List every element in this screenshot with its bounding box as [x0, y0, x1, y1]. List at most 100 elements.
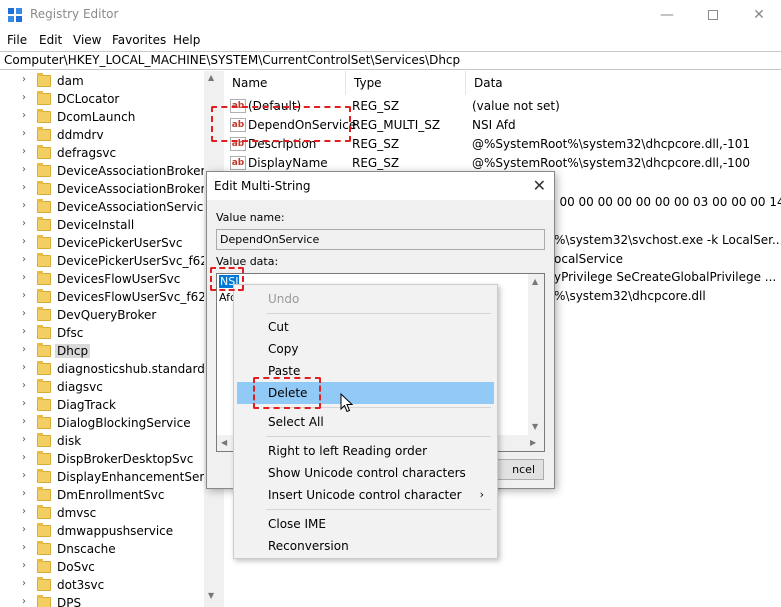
close-button[interactable]: ✕ [736, 0, 781, 30]
tree-item[interactable]: › DevicesFlowUserSvc [0, 270, 218, 288]
menu-select-all[interactable]: Select All [237, 411, 494, 433]
expand-chevron-icon[interactable]: › [22, 146, 26, 157]
tree-item[interactable]: › dot3svc [0, 576, 218, 594]
address-bar[interactable]: Computer\HKEY_LOCAL_MACHINE\SYSTEM\Curre… [0, 51, 781, 70]
tree-item[interactable]: › DevicesFlowUserSvc_f628f [0, 288, 218, 306]
menu-edit[interactable]: Edit [39, 33, 62, 47]
tree-item[interactable]: › DevQueryBroker [0, 306, 218, 324]
expand-chevron-icon[interactable]: › [22, 452, 26, 463]
tree-item[interactable]: › Dnscache [0, 540, 218, 558]
expand-chevron-icon[interactable]: › [22, 308, 26, 319]
expand-chevron-icon[interactable]: › [22, 218, 26, 229]
menu-insert-unicode[interactable]: Insert Unicode control character › [237, 484, 494, 506]
tree-item[interactable]: › DeviceAssociationService [0, 198, 218, 216]
expand-chevron-icon[interactable]: › [22, 92, 26, 103]
tree-item[interactable]: › DevicePickerUserSvc_f628f [0, 252, 218, 270]
tree-item[interactable]: › DiagTrack [0, 396, 218, 414]
menu-reconversion[interactable]: Reconversion [237, 535, 494, 557]
menu-file[interactable]: File [7, 33, 27, 47]
scroll-up-icon[interactable]: ▲ [208, 73, 214, 82]
menu-show-unicode[interactable]: Show Unicode control characters [237, 462, 494, 484]
tree-item[interactable]: › DcomLaunch [0, 108, 218, 126]
value-name-field[interactable]: DependOnService [216, 229, 545, 250]
menu-cut[interactable]: Cut [237, 316, 494, 338]
expand-chevron-icon[interactable]: › [22, 542, 26, 553]
expand-chevron-icon[interactable]: › [22, 380, 26, 391]
tree-item[interactable]: › Dfsc [0, 324, 218, 342]
tree-item[interactable]: › DeviceAssociationBrokerSvc [0, 180, 218, 198]
menu-help[interactable]: Help [173, 33, 200, 47]
expand-chevron-icon[interactable]: › [22, 596, 26, 607]
folder-icon [37, 523, 51, 537]
tree-item[interactable]: › disk [0, 432, 218, 450]
tree-item[interactable]: › DCLocator [0, 90, 218, 108]
expand-chevron-icon[interactable]: › [22, 254, 26, 265]
expand-chevron-icon[interactable]: › [22, 326, 26, 337]
expand-chevron-icon[interactable]: › [22, 290, 26, 301]
menu-view[interactable]: View [73, 33, 101, 47]
tree-item[interactable]: › DispBrokerDesktopSvc [0, 450, 218, 468]
scroll-down-icon[interactable]: ▼ [532, 422, 538, 431]
value-data-partial: %\system32\dhcpcore.dll [554, 289, 706, 303]
textarea-vscrollbar[interactable]: ▲ ▼ [528, 274, 544, 436]
expand-chevron-icon[interactable]: › [22, 578, 26, 589]
expand-chevron-icon[interactable]: › [22, 362, 26, 373]
key-tree: › dam › DCLocator › DcomLaunch › ddmdrv › defrags… [0, 71, 218, 607]
column-type[interactable]: Type [346, 71, 466, 95]
expand-chevron-icon[interactable]: › [22, 200, 26, 211]
tree-item[interactable]: › diagsvc [0, 378, 218, 396]
expand-chevron-icon[interactable]: › [22, 110, 26, 121]
maximize-button[interactable] [690, 0, 736, 30]
expand-chevron-icon[interactable]: › [22, 434, 26, 445]
menu-undo[interactable]: Undo [237, 288, 494, 310]
tree-item[interactable]: › DPS [0, 594, 218, 607]
tree-item[interactable]: › diagnosticshub.standardco [0, 360, 218, 378]
tree-item[interactable]: › dam [0, 72, 218, 90]
value-data-partial: ocalService [554, 252, 623, 266]
expand-chevron-icon[interactable]: › [22, 524, 26, 535]
tree-item[interactable]: › Dhcp [0, 342, 218, 360]
scroll-up-icon[interactable]: ▲ [532, 277, 538, 286]
menu-copy[interactable]: Copy [237, 338, 494, 360]
tree-item[interactable]: › DeviceAssociationBrokerSvc [0, 162, 218, 180]
tree-item[interactable]: › DevicePickerUserSvc [0, 234, 218, 252]
expand-chevron-icon[interactable]: › [22, 74, 26, 85]
tree-item-label: dot3svc [57, 578, 105, 592]
expand-chevron-icon[interactable]: › [22, 128, 26, 139]
expand-chevron-icon[interactable]: › [22, 272, 26, 283]
dialog-close-icon[interactable]: ✕ [533, 176, 546, 195]
tree-item[interactable]: › DmEnrollmentSvc [0, 486, 218, 504]
folder-icon [37, 433, 51, 447]
expand-chevron-icon[interactable]: › [22, 398, 26, 409]
folder-icon [37, 271, 51, 285]
tree-item-label: Dfsc [57, 326, 84, 340]
minimize-button[interactable]: — [644, 0, 690, 30]
tree-item[interactable]: › DoSvc [0, 558, 218, 576]
tree-item[interactable]: › DialogBlockingService [0, 414, 218, 432]
expand-chevron-icon[interactable]: › [22, 236, 26, 247]
menu-close-ime[interactable]: Close IME [237, 513, 494, 535]
folder-icon [37, 379, 51, 393]
expand-chevron-icon[interactable]: › [22, 182, 26, 193]
scroll-down-icon[interactable]: ▼ [208, 591, 214, 600]
column-data[interactable]: Data [466, 71, 781, 95]
expand-chevron-icon[interactable]: › [22, 488, 26, 499]
tree-item[interactable]: › DeviceInstall [0, 216, 218, 234]
column-name[interactable]: Name [224, 71, 346, 95]
scroll-right-icon[interactable]: ▶ [530, 438, 536, 447]
menu-favorites[interactable]: Favorites [112, 33, 166, 47]
tree-item[interactable]: › DisplayEnhancementService [0, 468, 218, 486]
tree-item[interactable]: › dmwappushservice [0, 522, 218, 540]
menu-rtl-reading[interactable]: Right to left Reading order [237, 440, 494, 462]
tree-item[interactable]: › ddmdrv [0, 126, 218, 144]
expand-chevron-icon[interactable]: › [22, 470, 26, 481]
expand-chevron-icon[interactable]: › [22, 506, 26, 517]
tree-item-label: defragsvc [57, 146, 117, 160]
expand-chevron-icon[interactable]: › [22, 560, 26, 571]
tree-item[interactable]: › dmvsc [0, 504, 218, 522]
expand-chevron-icon[interactable]: › [22, 344, 26, 355]
scroll-left-icon[interactable]: ◀ [221, 438, 227, 447]
expand-chevron-icon[interactable]: › [22, 416, 26, 427]
tree-item[interactable]: › defragsvc [0, 144, 218, 162]
expand-chevron-icon[interactable]: › [22, 164, 26, 175]
